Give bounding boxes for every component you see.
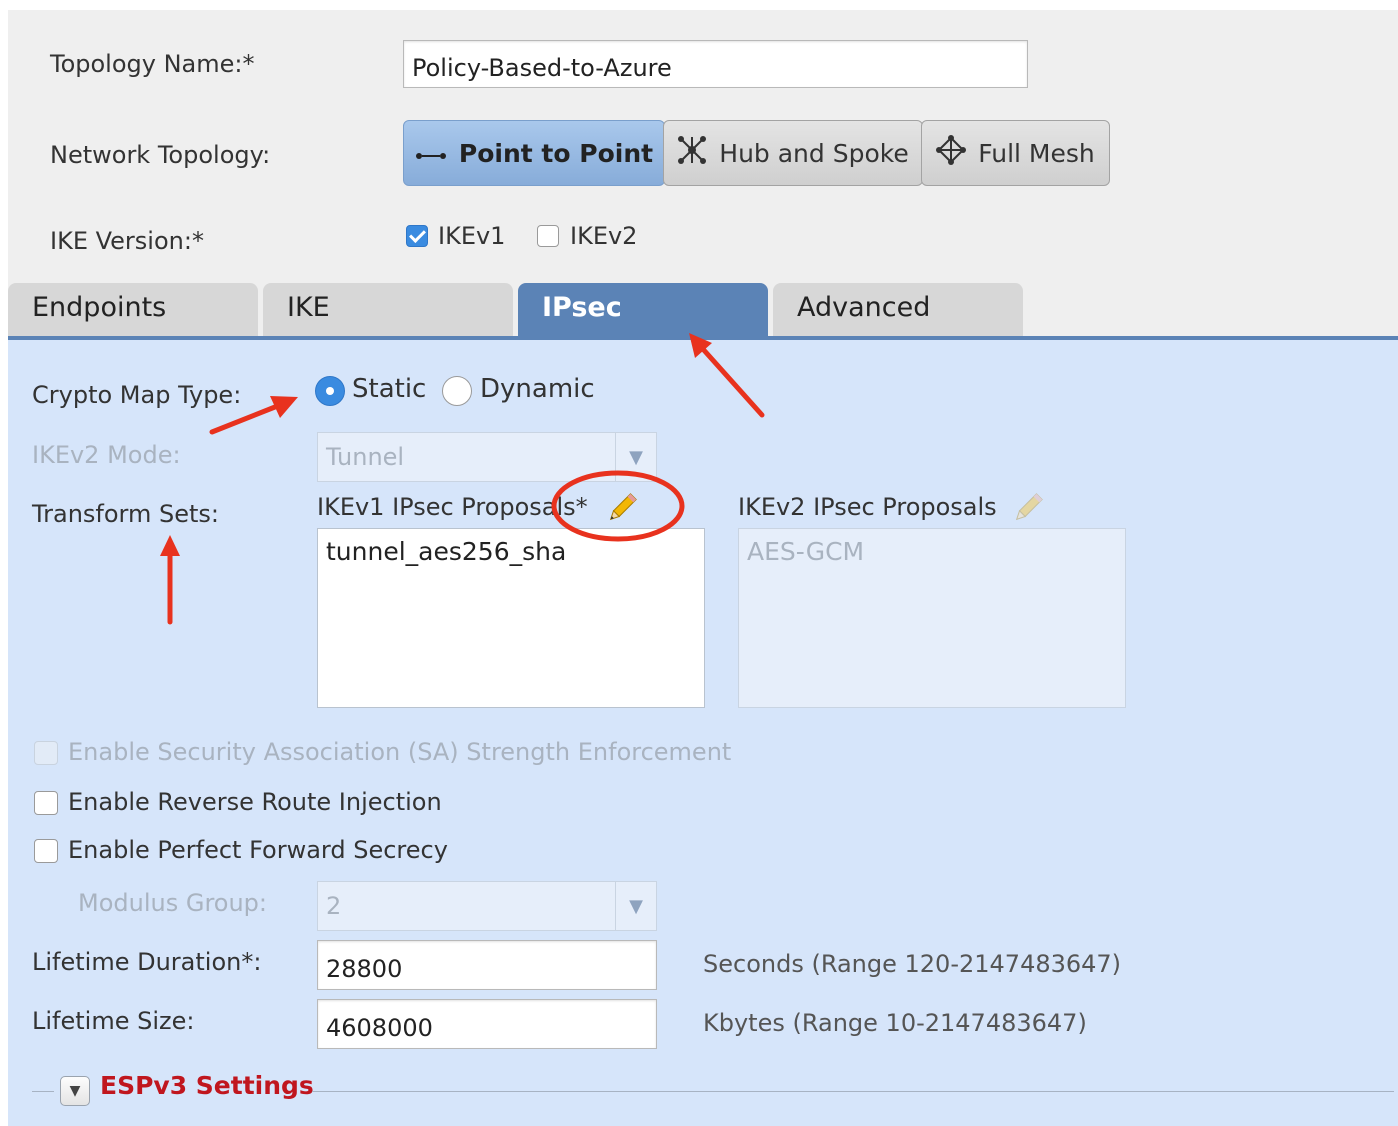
full-mesh-label: Full Mesh: [978, 138, 1095, 168]
espv3-divider-left: [32, 1091, 54, 1092]
ikev2-mode-select[interactable]: Tunnel ▼: [317, 432, 657, 482]
reverse-route-checkbox[interactable]: [34, 791, 58, 815]
modulus-group-value: 2: [326, 892, 342, 920]
ikev2-proposals-label: IKEv2 IPsec Proposals: [738, 493, 997, 521]
edit-ikev2-proposals-pencil-icon: [1015, 493, 1043, 521]
tab-ike[interactable]: IKE: [263, 283, 513, 337]
espv3-divider-right: [312, 1091, 1394, 1092]
ikev2-proposals-list: AES-GCM: [738, 528, 1126, 708]
lifetime-size-unit: Kbytes (Range 10-2147483647): [703, 1009, 1087, 1037]
pfs-checkbox[interactable]: [34, 839, 58, 863]
crypto-map-dynamic-radio[interactable]: [442, 376, 472, 406]
reverse-route-label: Enable Reverse Route Injection: [68, 788, 442, 816]
ikev1-proposals-list[interactable]: tunnel_aes256_sha: [317, 528, 705, 708]
lifetime-size-label: Lifetime Size:: [32, 1007, 195, 1035]
lifetime-size-input[interactable]: [317, 999, 657, 1049]
crypto-map-dynamic-label: Dynamic: [480, 374, 595, 404]
ikev2-mode-label: IKEv2 Mode:: [32, 441, 181, 469]
pfs-label: Enable Perfect Forward Secrecy: [68, 836, 448, 864]
edit-ikev1-proposals-pencil-icon[interactable]: [604, 490, 640, 526]
tab-advanced[interactable]: Advanced: [773, 283, 1023, 337]
tab-endpoints[interactable]: Endpoints: [8, 283, 258, 337]
chevron-down-icon: ▼: [615, 882, 656, 930]
topology-name-input[interactable]: [403, 40, 1028, 88]
espv3-toggle-button[interactable]: ▼: [60, 1076, 90, 1106]
full-mesh-button[interactable]: Full Mesh: [921, 120, 1110, 186]
ikev1-label: IKEv1: [438, 222, 506, 250]
lifetime-duration-unit: Seconds (Range 120-2147483647): [703, 950, 1122, 978]
ikev1-proposals-label: IKEv1 IPsec Proposals*: [317, 493, 588, 521]
modulus-group-label: Modulus Group:: [78, 889, 267, 917]
chevron-down-icon: ▼: [615, 433, 656, 481]
lifetime-duration-label: Lifetime Duration*:: [32, 948, 262, 976]
point-to-point-label: Point to Point: [458, 138, 654, 168]
network-topology-label: Network Topology:: [50, 141, 271, 169]
ikev2-proposal-item: AES-GCM: [747, 537, 865, 566]
espv3-settings-label[interactable]: ESPv3 Settings: [100, 1071, 314, 1100]
ikev2-checkbox[interactable]: [537, 225, 559, 247]
point-to-point-icon: [415, 139, 447, 168]
ikev1-checkbox[interactable]: [406, 225, 428, 247]
sa-strength-checkbox: [34, 741, 58, 765]
crypto-map-static-radio[interactable]: [315, 376, 345, 406]
sa-strength-label: Enable Security Association (SA) Strengt…: [68, 738, 732, 766]
ikev2-mode-value: Tunnel: [326, 443, 405, 471]
hub-and-spoke-label: Hub and Spoke: [719, 138, 909, 168]
tab-ipsec[interactable]: IPsec: [518, 283, 768, 337]
crypto-map-static-label: Static: [352, 374, 427, 404]
ikev1-proposal-item[interactable]: tunnel_aes256_sha: [326, 537, 696, 566]
lifetime-duration-input[interactable]: [317, 940, 657, 990]
topology-name-label: Topology Name:*: [50, 50, 255, 78]
chevron-down-icon: ▼: [69, 1083, 81, 1099]
ikev2-label: IKEv2: [570, 222, 638, 250]
hub-spoke-icon: [677, 135, 707, 171]
transform-sets-label: Transform Sets:: [32, 500, 220, 528]
point-to-point-button[interactable]: Point to Point: [403, 120, 665, 186]
ike-version-label: IKE Version:*: [50, 227, 204, 255]
full-mesh-icon: [936, 135, 967, 171]
modulus-group-select: 2 ▼: [317, 881, 657, 931]
crypto-map-type-label: Crypto Map Type:: [32, 381, 242, 409]
hub-and-spoke-button[interactable]: Hub and Spoke: [663, 120, 923, 186]
